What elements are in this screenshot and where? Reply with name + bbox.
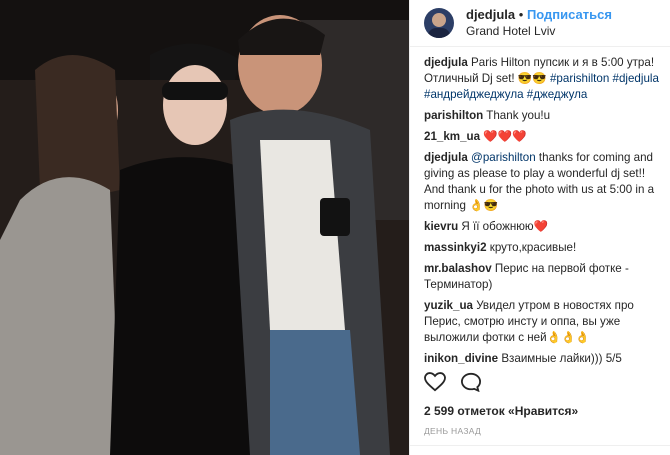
heart-icon[interactable] — [424, 372, 446, 397]
header-meta: djedjula • Подписаться Grand Hotel Lviv — [466, 7, 612, 39]
comment-text: Взаимные лайки))) 5/5 — [501, 352, 622, 365]
follow-button[interactable]: Подписаться — [527, 7, 612, 22]
comment-user[interactable]: 21_km_ua — [424, 130, 480, 143]
comments-list: djedjula Paris Hilton пупсик и я в 5:00 … — [410, 47, 670, 373]
comment-mention[interactable]: @parishilton — [471, 151, 536, 164]
comment-text: Thank you!u — [486, 109, 551, 122]
likes-count[interactable]: 2 599 отметок «Нравится» — [424, 404, 578, 418]
comment: massinkyi2 круто,красивые! — [424, 240, 660, 256]
comment-icon[interactable] — [460, 372, 482, 397]
post-photo-image — [0, 0, 409, 455]
comment: inikon_divine Взаимные лайки))) 5/5 — [424, 351, 660, 367]
comment-text: ❤️❤️❤️ — [483, 130, 527, 143]
comment-user[interactable]: kievru — [424, 220, 458, 233]
post-timestamp: ДЕНЬ НАЗАД — [424, 426, 482, 436]
comment: djedjula Paris Hilton пупсик и я в 5:00 … — [424, 55, 660, 103]
action-bar — [424, 372, 482, 397]
comment-user[interactable]: massinkyi2 — [424, 241, 487, 254]
comment: yuzik_ua Увидел утром в новостях про Пер… — [424, 298, 660, 346]
instagram-post: djedjula • Подписаться Grand Hotel Lviv … — [0, 0, 670, 455]
avatar[interactable] — [424, 8, 454, 38]
comment-divider — [410, 445, 670, 446]
comment: 21_km_ua ❤️❤️❤️ — [424, 129, 660, 145]
post-photo[interactable] — [0, 0, 409, 455]
separator-dot: • — [518, 7, 524, 22]
comment-user[interactable]: parishilton — [424, 109, 483, 122]
comment-text: круто,красивые! — [489, 241, 577, 254]
comment: mr.balashov Перис на первой фотке - Терм… — [424, 261, 660, 293]
comment: parishilton Thank you!u — [424, 108, 660, 124]
comment-user[interactable]: djedjula — [424, 56, 468, 69]
comment-user[interactable]: mr.balashov — [424, 262, 492, 275]
header-line: djedjula • Подписаться — [466, 7, 612, 23]
comment-user[interactable]: inikon_divine — [424, 352, 498, 365]
comment: kievru Я її обожнюю❤️ — [424, 219, 660, 235]
username-link[interactable]: djedjula — [466, 7, 515, 22]
comment: djedjula @parishilton thanks for coming … — [424, 150, 660, 214]
location-link[interactable]: Grand Hotel Lviv — [466, 24, 612, 39]
comment-user[interactable]: yuzik_ua — [424, 299, 473, 312]
post-header: djedjula • Подписаться Grand Hotel Lviv — [410, 0, 670, 47]
comment-user[interactable]: djedjula — [424, 151, 468, 164]
comment-text: Я її обожнюю❤️ — [461, 220, 549, 233]
post-panel: djedjula • Подписаться Grand Hotel Lviv … — [409, 0, 670, 455]
